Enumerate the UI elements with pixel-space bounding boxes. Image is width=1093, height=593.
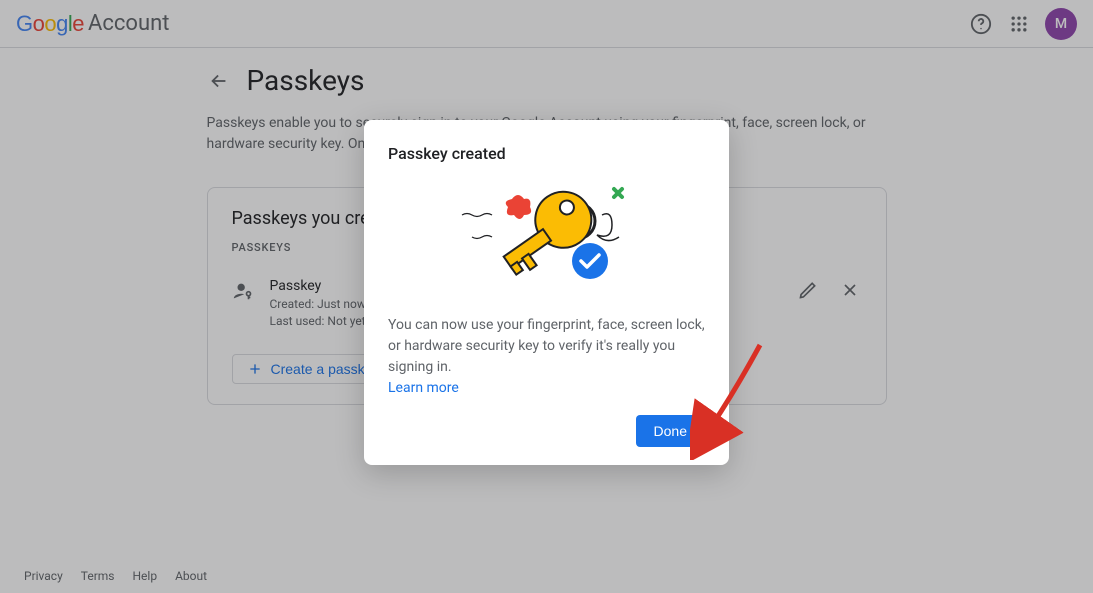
done-button[interactable]: Done xyxy=(636,415,705,447)
dialog-learn-more-link[interactable]: Learn more xyxy=(388,380,459,396)
key-check-illustration-icon xyxy=(442,175,652,295)
dialog-body: You can now use your fingerprint, face, … xyxy=(388,315,705,399)
dialog-illustration xyxy=(388,175,705,295)
dialog-title: Passkey created xyxy=(388,144,705,163)
passkey-created-dialog: Passkey created xyxy=(364,120,729,465)
